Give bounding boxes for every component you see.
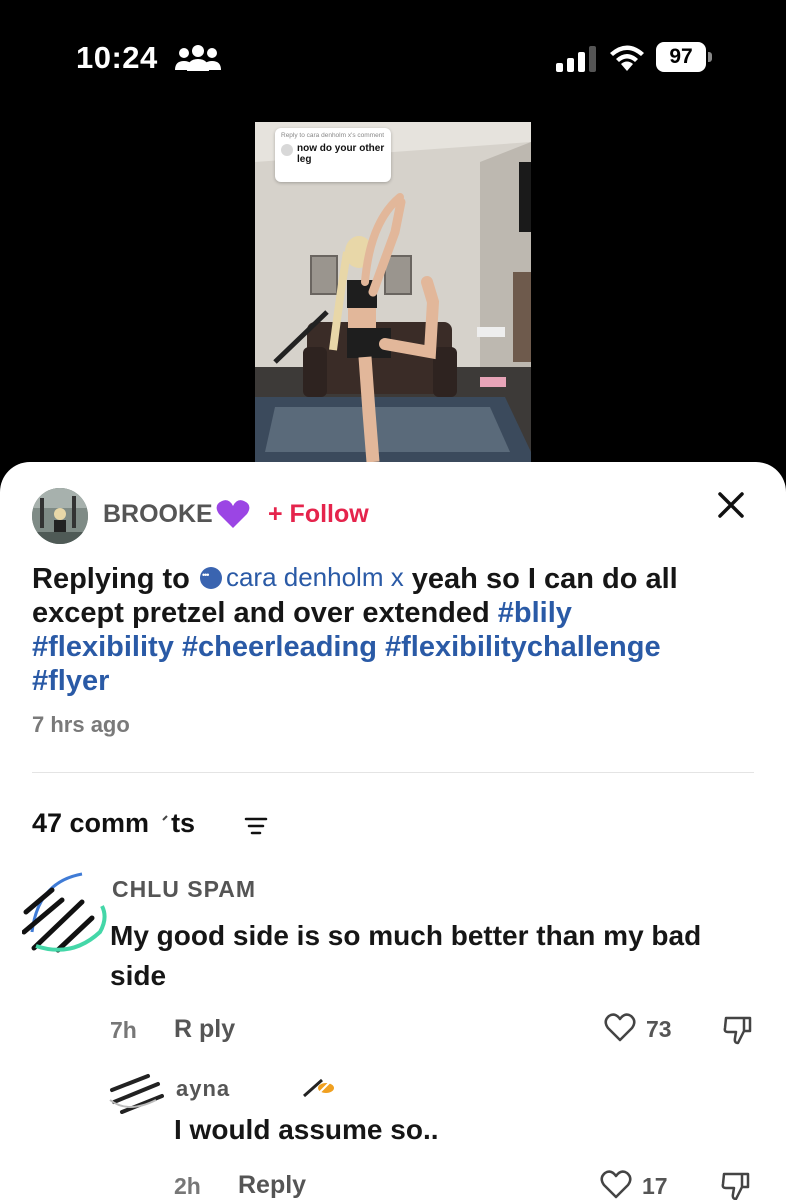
status-bar: 10:24 97 (0, 0, 786, 120)
wifi-icon (610, 45, 644, 71)
reply-sticker-header: Reply to cara denholm x's comment (281, 132, 385, 139)
comments-sheet: BROOKE + Follow Replying to cara denholm… (0, 462, 786, 1200)
reply-sticker: Reply to cara denholm x's comment now do… (275, 128, 391, 182)
hashtag[interactable]: #flexibilitychallenge (385, 631, 661, 663)
heart-icon[interactable] (600, 1170, 632, 1200)
hashtag[interactable]: #flexibility (32, 631, 174, 663)
dislike-icon[interactable] (720, 1170, 752, 1200)
like-count: 17 (642, 1173, 668, 1199)
sticker-avatar (281, 144, 293, 156)
username[interactable]: BROOKE (103, 500, 213, 529)
comment-text: I would assume so.. (174, 1114, 439, 1145)
heart-icon[interactable] (604, 1013, 636, 1043)
commenter-avatar[interactable] (22, 862, 108, 956)
reply-sticker-text: now do your other leg (297, 143, 385, 165)
hashtag[interactable]: #flyer (32, 665, 109, 697)
commenter-name[interactable]: ayna (176, 1076, 230, 1102)
mention-link[interactable]: cara denholm x (198, 560, 404, 594)
hashtag[interactable]: #cheerleading (182, 631, 377, 663)
reply-button[interactable]: R ply (174, 1015, 235, 1044)
emoji-icon (303, 1078, 334, 1098)
people-icon (175, 45, 221, 71)
avatar-image (32, 488, 88, 544)
hashtag[interactable]: #blily (498, 597, 572, 629)
commenter-name[interactable]: CHLU SPAM (112, 876, 256, 903)
battery-icon: 97 (656, 42, 712, 72)
signal-icon (556, 46, 596, 72)
comment-time: 2h (174, 1173, 201, 1199)
video-player[interactable]: Reply to cara denholm x's comment now do… (255, 122, 531, 462)
mention-text: cara denholm x (225, 562, 404, 592)
comment-text: My good side is so much better than my b… (110, 920, 702, 991)
divider (32, 772, 754, 773)
follow-button[interactable]: + Follow (268, 500, 369, 529)
redaction-mark (149, 814, 172, 834)
dislike-icon[interactable] (722, 1014, 754, 1046)
status-time: 10:24 (76, 40, 158, 75)
post-timestamp: 7 hrs ago (32, 712, 130, 737)
like-count: 73 (646, 1016, 672, 1042)
replying-prefix: Replying to (32, 563, 198, 595)
close-icon[interactable] (714, 488, 748, 522)
post-caption: Replying to cara denholm x yeah so I can… (32, 560, 752, 698)
comments-count: 47 comm ts (32, 808, 196, 838)
sort-icon[interactable] (244, 816, 268, 836)
comment-time: 7h (110, 1017, 137, 1043)
commenter-avatar[interactable] (108, 1070, 164, 1114)
avatar[interactable] (32, 488, 88, 544)
reply-button[interactable]: Reply (238, 1171, 306, 1200)
battery-level: 97 (656, 42, 706, 72)
purple-heart-icon (216, 500, 250, 528)
comment-bubble-icon (199, 567, 222, 589)
